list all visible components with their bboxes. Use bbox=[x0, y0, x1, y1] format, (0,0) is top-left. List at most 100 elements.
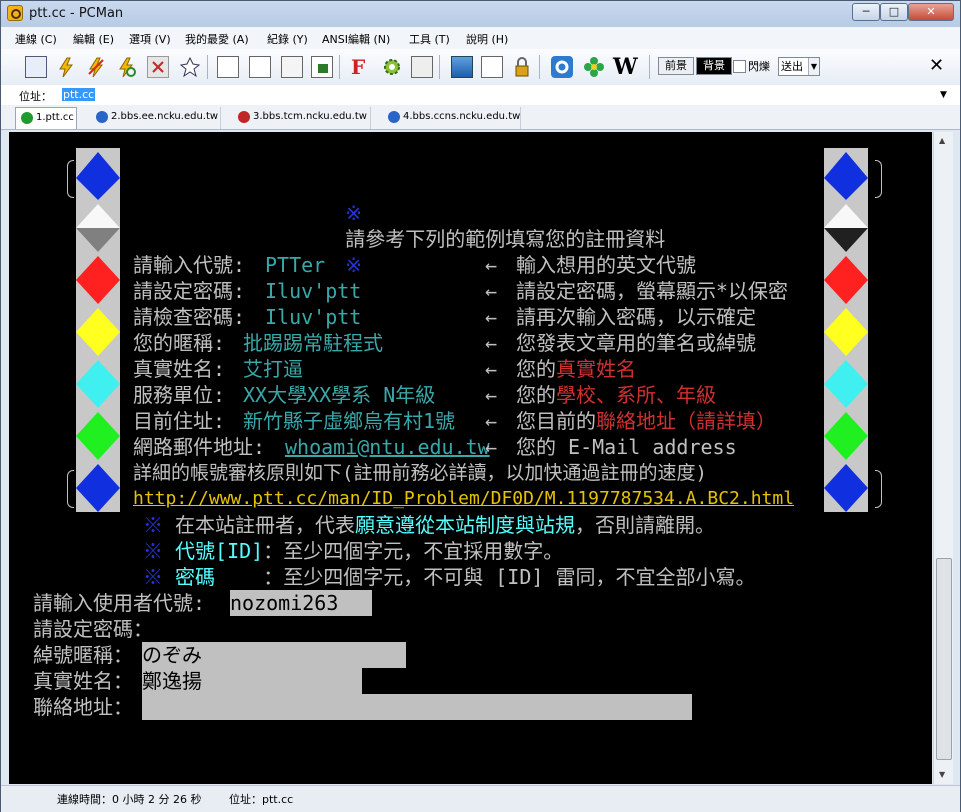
address-field[interactable] bbox=[142, 694, 692, 720]
userid-field[interactable]: nozomi263 bbox=[230, 590, 372, 616]
lock-icon[interactable] bbox=[511, 56, 533, 78]
arrow-icon: ← bbox=[485, 279, 498, 303]
example-description: 您發表文章用的筆名或綽號 bbox=[516, 331, 756, 355]
fullscreen-icon[interactable] bbox=[411, 56, 433, 78]
example-label: 請設定密碼: bbox=[133, 279, 246, 303]
menu-options[interactable]: 選項 (V) bbox=[129, 31, 171, 47]
ascii-art-icon[interactable] bbox=[481, 56, 503, 78]
arrow-icon: ← bbox=[485, 253, 498, 277]
tab-label: 3.bbs.tcm.ncku.edu.tw bbox=[253, 111, 367, 122]
maximize-button[interactable]: □ bbox=[880, 3, 908, 21]
page-title: 請參考下列的範例填寫您的註冊資料 bbox=[345, 227, 666, 251]
star-icon: ※ bbox=[143, 513, 163, 537]
foreground-color-button[interactable]: 前景 bbox=[658, 57, 694, 75]
scroll-down-icon[interactable]: ▼ bbox=[939, 770, 945, 779]
wikipedia-icon[interactable]: W bbox=[613, 56, 638, 78]
window-title: ptt.cc - PCMan bbox=[29, 6, 124, 21]
arrow-icon: ← bbox=[485, 357, 498, 381]
example-value: 新竹縣子虛鄉烏有村1號 bbox=[243, 409, 456, 433]
separator bbox=[539, 55, 540, 79]
tab-2[interactable]: 2.bbs.ee.ncku.edu.tw bbox=[91, 107, 221, 129]
screenshot-icon[interactable] bbox=[311, 56, 333, 78]
background-color-button[interactable]: 背景 bbox=[696, 57, 732, 75]
copy-icon[interactable] bbox=[217, 56, 239, 78]
send-dropdown[interactable]: 送出 ▼ bbox=[778, 57, 820, 76]
example-description: 請設定密碼，螢幕顯示*以保密 bbox=[516, 279, 789, 303]
right-diamond-pillar bbox=[824, 148, 868, 512]
picture-icon[interactable] bbox=[451, 56, 473, 78]
status-ball-icon bbox=[238, 111, 250, 123]
address-bar: 位址： ptt.cc ▼ bbox=[1, 85, 960, 106]
example-value: Iluv'ptt bbox=[265, 305, 362, 329]
google-icon[interactable] bbox=[551, 56, 573, 78]
tab-4[interactable]: 4.bbs.ccns.ncku.edu.tw bbox=[383, 107, 521, 129]
example-description: 請再次輸入密碼，以示確定 bbox=[516, 305, 756, 329]
frame-bracket bbox=[67, 470, 74, 508]
chevron-down-icon[interactable]: ▼ bbox=[808, 58, 819, 75]
example-description: 您的真實姓名 bbox=[516, 357, 636, 381]
detail-text: 詳細的帳號審核原則如下(註冊前務必詳讀，以加快通過註冊的速度) bbox=[133, 462, 707, 484]
separator bbox=[649, 55, 650, 79]
settings-icon[interactable] bbox=[381, 56, 403, 78]
menu-edit[interactable]: 編輯 (E) bbox=[73, 31, 114, 47]
connect-icon[interactable] bbox=[55, 56, 77, 78]
example-label: 網路郵件地址: bbox=[133, 435, 266, 459]
separator bbox=[207, 55, 208, 79]
tab-label: 4.bbs.ccns.ncku.edu.tw bbox=[403, 111, 521, 122]
menu-log[interactable]: 紀錄 (Y) bbox=[267, 31, 308, 47]
example-description: 您目前的聯絡地址（請詳填） bbox=[516, 409, 776, 433]
scroll-up-icon[interactable]: ▲ bbox=[939, 136, 945, 145]
paste-icon[interactable] bbox=[249, 56, 271, 78]
pcman-icon bbox=[7, 5, 23, 21]
close-tab-icon[interactable] bbox=[147, 56, 169, 78]
scroll-thumb[interactable] bbox=[936, 558, 952, 760]
star-icon: ※ bbox=[143, 565, 163, 589]
terminal-screen[interactable]: ※ 請參考下列的範例填寫您的註冊資料 ※ 請輸入代號: PTTer ← 輸入想用… bbox=[9, 132, 932, 784]
example-value: Iluv'ptt bbox=[265, 279, 362, 303]
example-value: 批踢踢常駐程式 bbox=[243, 331, 383, 355]
menu-help[interactable]: 說明 (H) bbox=[466, 31, 508, 47]
rules-link[interactable]: http://www.ptt.cc/man/ID_Problem/DF0D/M.… bbox=[133, 486, 794, 512]
example-value: 艾打逼 bbox=[243, 357, 303, 381]
realname-field[interactable]: 鄭逸揚 bbox=[142, 668, 362, 694]
font-icon[interactable]: F bbox=[351, 56, 373, 78]
address-dropdown-icon[interactable]: ▼ bbox=[940, 90, 947, 100]
connection-time: 連線時間：0 小時 2 分 26 秒 bbox=[57, 793, 202, 806]
note-line: ※ 密碼 ：至少四個字元，不可與 [ID] 雷同，不宜全部小寫。 bbox=[143, 565, 756, 589]
arrow-icon: ← bbox=[485, 383, 498, 407]
pin-icon[interactable] bbox=[179, 56, 201, 78]
example-value: XX大學XX學系 N年級 bbox=[243, 383, 436, 407]
star-icon: ※ bbox=[345, 201, 363, 225]
nickname-field[interactable]: のぞみ bbox=[142, 642, 406, 668]
disconnect-icon[interactable] bbox=[85, 56, 107, 78]
example-label: 真實姓名: bbox=[133, 357, 226, 381]
toolbar-close-icon[interactable]: ✕ bbox=[929, 55, 944, 76]
frame-bracket bbox=[875, 470, 882, 508]
tab-3[interactable]: 3.bbs.tcm.ncku.edu.tw bbox=[233, 107, 371, 129]
blink-label: 閃爍 bbox=[748, 60, 770, 73]
flower-icon[interactable] bbox=[583, 56, 605, 78]
menu-tools[interactable]: 工具 (T) bbox=[409, 31, 450, 47]
arrow-icon: ← bbox=[485, 409, 498, 433]
blink-checkbox[interactable] bbox=[733, 60, 746, 73]
reconnect-icon[interactable] bbox=[115, 56, 137, 78]
status-ball-icon bbox=[21, 112, 33, 124]
tab-1[interactable]: 1.ptt.cc bbox=[15, 107, 77, 129]
vertical-scrollbar[interactable]: ▲ ▼ bbox=[933, 132, 953, 784]
minimize-button[interactable]: ─ bbox=[852, 3, 880, 21]
app-window: ptt.cc - PCMan ─ □ ✕ 連線 (C) 編輯 (E) 選項 (V… bbox=[0, 0, 961, 812]
menu-ansi-edit[interactable]: ANSI編輯 (N) bbox=[322, 31, 390, 47]
address-book-icon[interactable] bbox=[25, 56, 47, 78]
address-input[interactable]: ptt.cc bbox=[62, 88, 96, 101]
tab-label: 1.ptt.cc bbox=[36, 112, 74, 123]
menu-connect[interactable]: 連線 (C) bbox=[15, 31, 57, 47]
example-description: 您的學校、系所、年級 bbox=[516, 383, 716, 407]
arrow-icon: ← bbox=[485, 435, 498, 459]
example-value: PTTer bbox=[265, 253, 326, 277]
close-window-button[interactable]: ✕ bbox=[908, 3, 954, 21]
menu-favorites[interactable]: 我的最愛 (A) bbox=[185, 31, 249, 47]
status-bar: 連線時間：0 小時 2 分 26 秒 位址：ptt.cc bbox=[1, 785, 960, 812]
password-label: 請設定密碼： bbox=[33, 617, 153, 641]
copy-article-icon[interactable] bbox=[281, 56, 303, 78]
address-label: 位址： bbox=[19, 90, 52, 103]
